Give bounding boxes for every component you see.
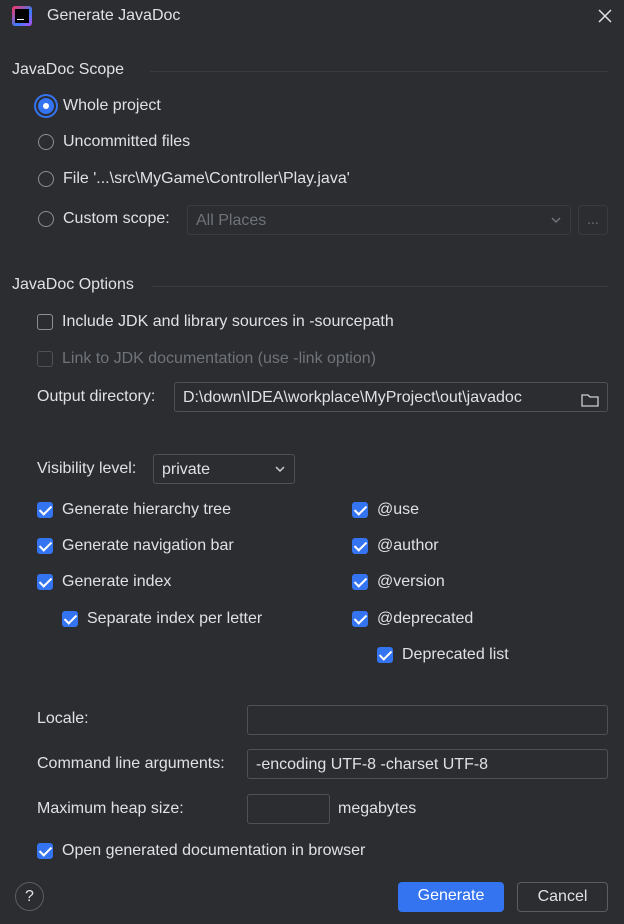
- uncommitted-files-radio[interactable]: [38, 134, 54, 150]
- whole-project-radio[interactable]: [38, 98, 54, 114]
- generate-index-checkbox[interactable]: [37, 574, 53, 590]
- uncommitted-files-label[interactable]: Uncommitted files: [63, 132, 190, 152]
- heap-size-label: Maximum heap size:: [37, 800, 184, 817]
- custom-scope-label[interactable]: Custom scope:: [63, 209, 170, 229]
- options-heading: JavaDoc Options: [12, 276, 134, 293]
- scope-heading: JavaDoc Scope: [12, 61, 125, 78]
- open-browser-checkbox[interactable]: [37, 843, 53, 859]
- generate-button[interactable]: Generate: [398, 882, 504, 912]
- window-title: Generate JavaDoc: [47, 7, 181, 24]
- locale-label: Locale:: [37, 710, 89, 727]
- separate-index-checkbox[interactable]: [62, 611, 78, 627]
- folder-icon[interactable]: [581, 389, 599, 407]
- file-radio[interactable]: [38, 171, 54, 187]
- output-dir-input[interactable]: D:\down\IDEA\workplace\MyProject\out\jav…: [174, 382, 608, 412]
- open-browser-label[interactable]: Open generated documentation in browser: [62, 841, 365, 861]
- locale-input[interactable]: [247, 705, 608, 735]
- chevron-down-icon: [274, 455, 286, 483]
- output-dir-label: Output directory:: [37, 388, 156, 405]
- visibility-value: private: [162, 461, 211, 478]
- browse-scope-button: ...: [578, 205, 608, 235]
- deprecated-list-checkbox[interactable]: [377, 647, 393, 663]
- help-button[interactable]: ?: [15, 882, 44, 911]
- heap-unit-label: megabytes: [338, 800, 417, 817]
- version-tag-label[interactable]: @version: [377, 572, 445, 592]
- custom-scope-dropdown: All Places: [187, 205, 571, 235]
- heap-size-input[interactable]: [247, 794, 330, 824]
- separate-index-label[interactable]: Separate index per letter: [87, 609, 262, 629]
- custom-scope-value: All Places: [196, 212, 267, 229]
- visibility-dropdown[interactable]: private: [153, 454, 295, 484]
- navigation-bar-label[interactable]: Generate navigation bar: [62, 536, 234, 556]
- generate-index-label[interactable]: Generate index: [62, 572, 171, 592]
- cmd-args-label: Command line arguments:: [37, 755, 225, 772]
- cmd-args-input[interactable]: -encoding UTF-8 -charset UTF-8: [247, 749, 608, 779]
- deprecated-list-label[interactable]: Deprecated list: [402, 645, 509, 665]
- include-jdk-checkbox[interactable]: [37, 314, 53, 330]
- deprecated-tag-label[interactable]: @deprecated: [377, 609, 473, 629]
- author-tag-checkbox[interactable]: [352, 538, 368, 554]
- custom-scope-radio[interactable]: [38, 211, 54, 227]
- cancel-button[interactable]: Cancel: [517, 882, 608, 912]
- scope-divider: [150, 71, 608, 72]
- author-tag-label[interactable]: @author: [377, 536, 439, 556]
- whole-project-label[interactable]: Whole project: [63, 96, 161, 116]
- visibility-label: Visibility level:: [37, 460, 137, 477]
- chevron-down-icon: [550, 206, 562, 234]
- file-label[interactable]: File '...\src\MyGame\Controller\Play.jav…: [63, 169, 350, 189]
- link-jdk-checkbox: [37, 351, 53, 367]
- hierarchy-tree-checkbox[interactable]: [37, 502, 53, 518]
- hierarchy-tree-label[interactable]: Generate hierarchy tree: [62, 500, 231, 520]
- use-tag-checkbox[interactable]: [352, 502, 368, 518]
- link-jdk-label: Link to JDK documentation (use -link opt…: [62, 350, 376, 367]
- deprecated-tag-checkbox[interactable]: [352, 611, 368, 627]
- output-dir-value: D:\down\IDEA\workplace\MyProject\out\jav…: [183, 389, 522, 406]
- include-jdk-label[interactable]: Include JDK and library sources in -sour…: [62, 312, 394, 332]
- version-tag-checkbox[interactable]: [352, 574, 368, 590]
- options-divider: [152, 286, 608, 287]
- navigation-bar-checkbox[interactable]: [37, 538, 53, 554]
- app-logo-icon: [12, 6, 32, 26]
- use-tag-label[interactable]: @use: [377, 500, 419, 520]
- close-icon[interactable]: [598, 9, 612, 23]
